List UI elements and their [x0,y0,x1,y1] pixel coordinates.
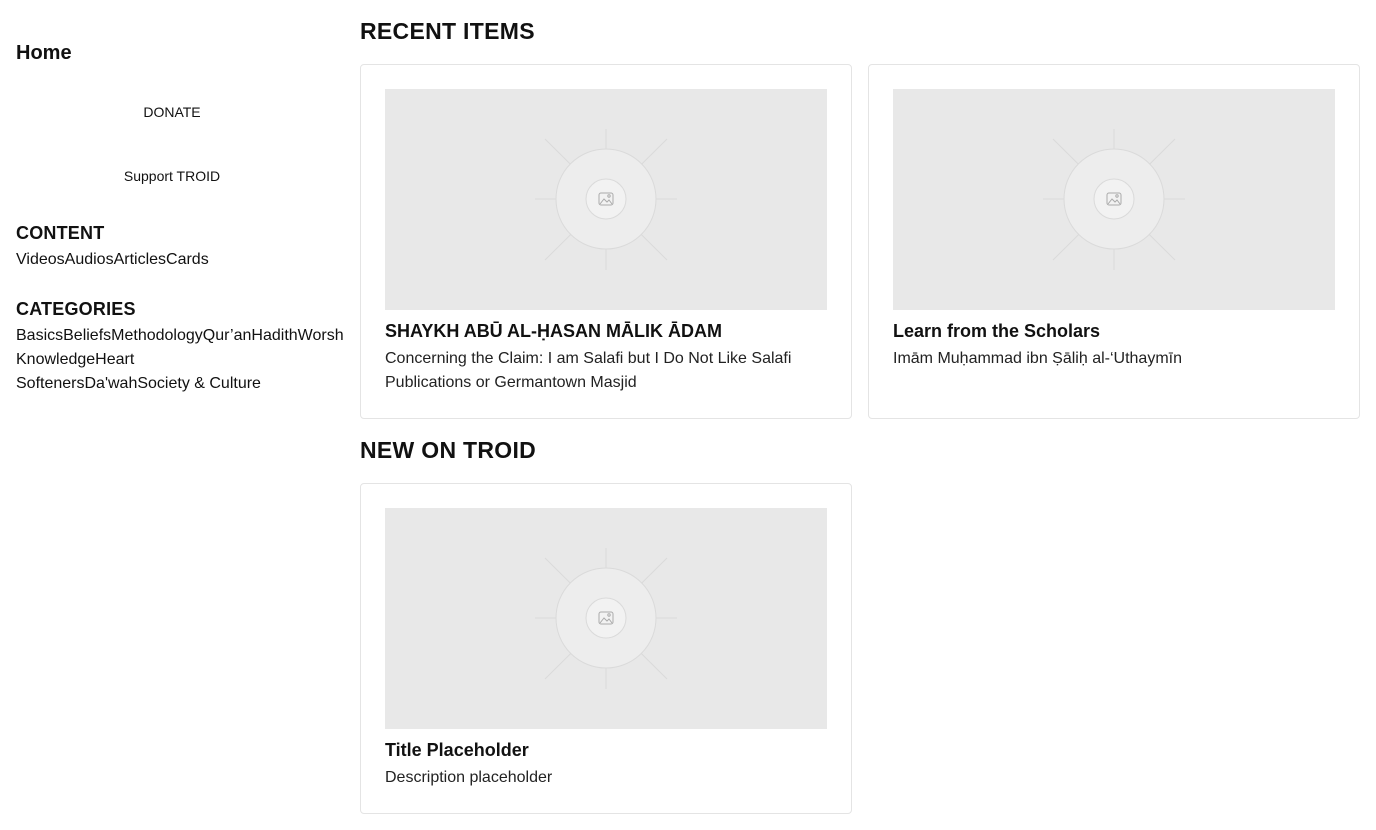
sidebar: Home DONATE Support TROID CONTENT Videos… [16,0,360,830]
support-troid-button[interactable]: Support TROID [16,164,328,188]
recent-items-heading: RECENT ITEMS [360,18,535,44]
category-link-dawah[interactable]: Da'wah [84,375,137,392]
content-link-cards[interactable]: Cards [166,251,209,268]
content-link-articles[interactable]: Articles [114,251,166,268]
content-section-title: CONTENT [16,223,105,243]
content-links: VideosAudiosArticlesCards [16,248,209,272]
card-thumbnail [385,89,827,310]
image-placeholder-icon [535,548,677,689]
category-link-heart[interactable]: Heart [95,351,134,368]
card-description: Imām Muḥammad ibn Ṣāliḥ al-‘Uthaymīn [893,350,1182,367]
recent-item-card[interactable]: SHAYKH ABŪ AL-ḤASAN MĀLIK ĀDAM Concernin… [360,64,852,419]
recent-item-card[interactable]: Learn from the Scholars Imām Muḥammad ib… [868,64,1360,419]
content-link-videos[interactable]: Videos [16,251,65,268]
card-thumbnail [893,89,1335,310]
category-link-beliefs[interactable]: Beliefs [63,327,111,344]
card-title: Title Placeholder [385,740,529,760]
card-description: Description placeholder [385,769,553,786]
image-placeholder-icon [535,129,677,270]
new-on-troid-heading: NEW ON TROID [360,437,537,463]
donate-button[interactable]: DONATE [16,100,328,124]
card-description: Concerning the Claim: I am Salafi but I … [385,350,792,391]
category-link-society-culture[interactable]: Society & Culture [137,375,261,392]
category-link-softeners[interactable]: Softeners [16,375,84,392]
category-link-hadith[interactable]: Hadith [251,327,297,344]
card-title: Learn from the Scholars [893,321,1101,341]
home-link[interactable]: Home [16,42,72,65]
category-link-methodology[interactable]: Methodology [111,327,203,344]
card-title: SHAYKH ABŪ AL-ḤASAN MĀLIK ĀDAM [385,321,722,341]
main-content: RECENT ITEMS SHAYKH ABŪ AL-ḤASAN MĀLIK Ā… [360,0,1360,830]
categories-row: KnowledgeHeart [16,348,134,372]
category-link-quran[interactable]: Qur’an [203,327,252,344]
category-link-basics[interactable]: Basics [16,327,63,344]
categories-row: BasicsBeliefsMethodologyQur’anHadithWors… [16,324,344,348]
categories-section-title: CATEGORIES [16,299,136,319]
category-link-worship[interactable]: Worsh [298,327,344,344]
new-item-card[interactable]: Title Placeholder Description placeholde… [360,483,852,814]
image-placeholder-icon [1043,129,1185,270]
category-link-knowledge[interactable]: Knowledge [16,351,95,368]
content-link-audios[interactable]: Audios [65,251,114,268]
categories-row: SoftenersDa'wahSociety & Culture [16,372,261,396]
card-thumbnail [385,508,827,729]
